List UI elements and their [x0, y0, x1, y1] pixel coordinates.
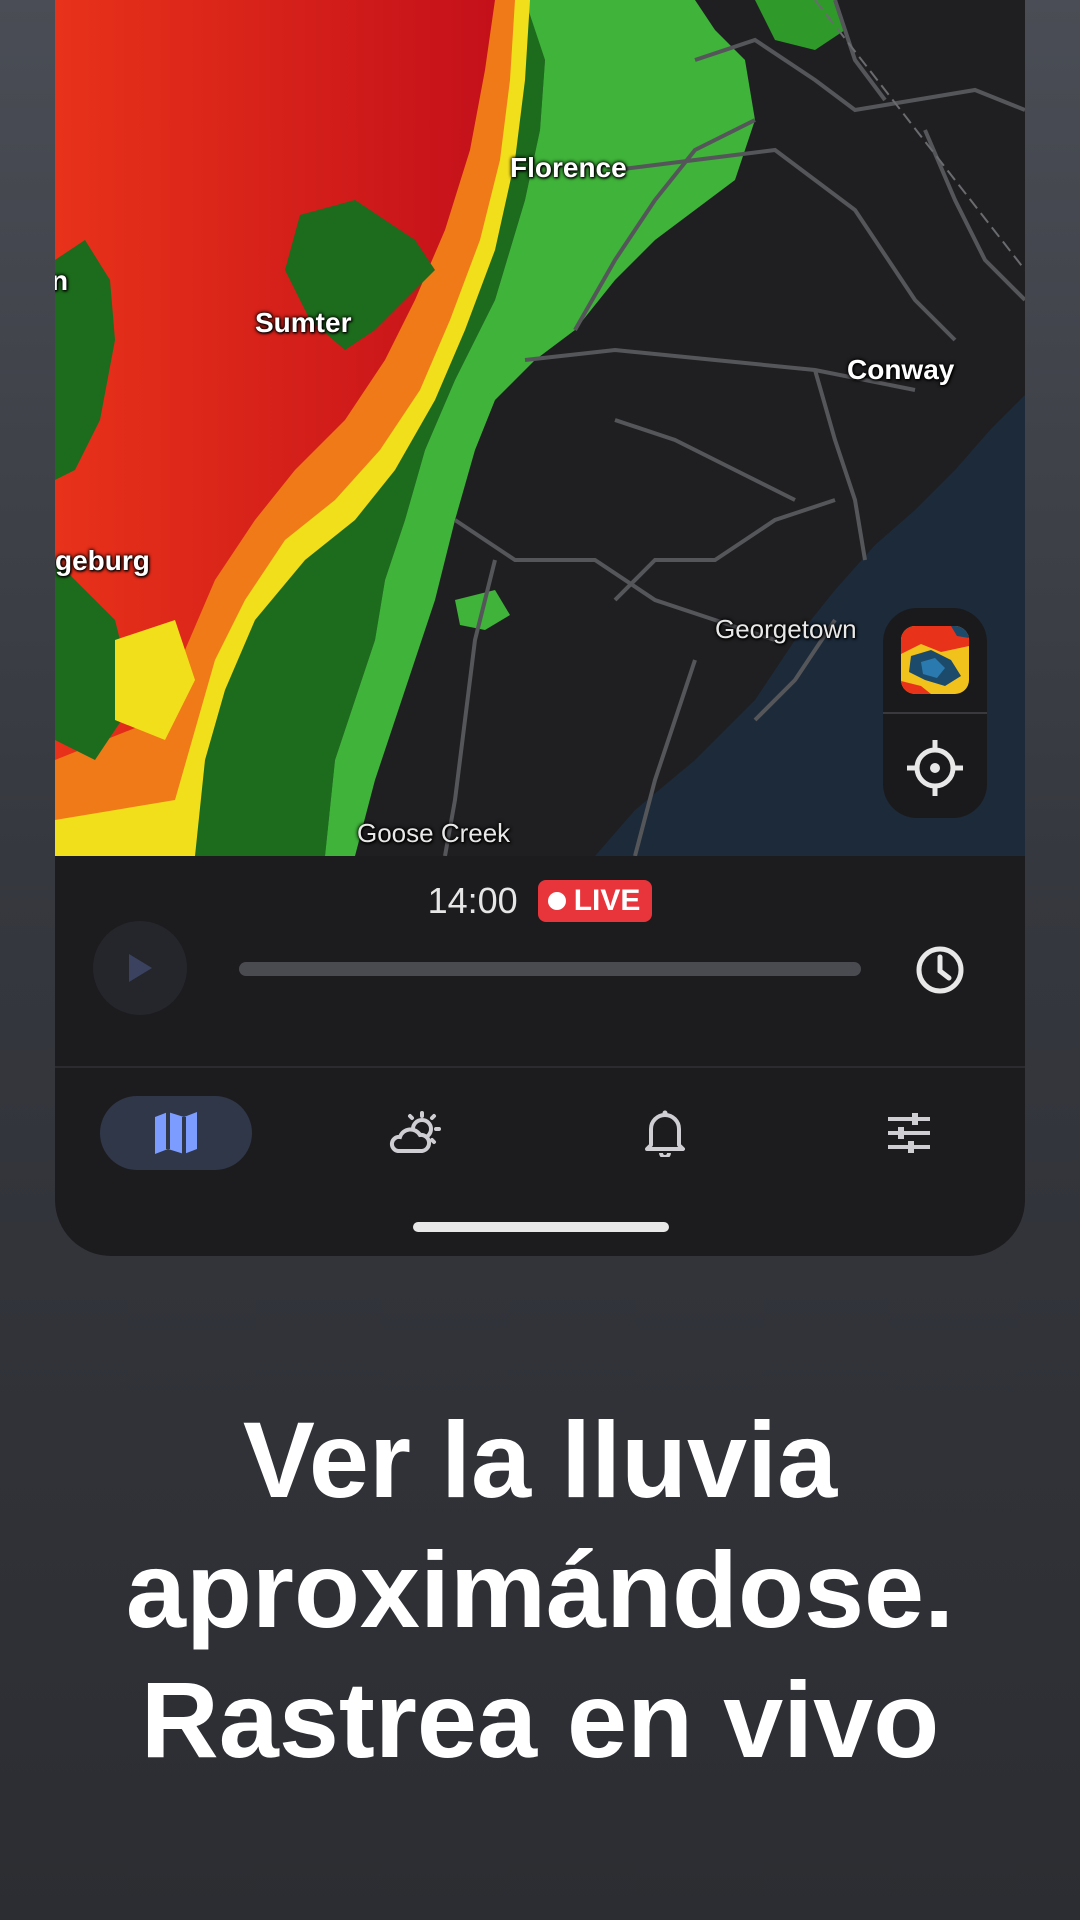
city-label-sumter: Sumter: [255, 307, 352, 338]
city-label-conway: Conway: [847, 354, 955, 385]
bottom-navigation: [55, 1068, 1025, 1188]
city-label-goose-creek: Goose Creek: [357, 818, 511, 848]
promo-caption: Ver la lluvia aproximándose. Rastrea en …: [0, 1395, 1080, 1785]
partly-cloudy-icon: [389, 1111, 441, 1153]
locate-button[interactable]: [905, 738, 965, 798]
crosshair-icon: [907, 740, 963, 796]
caption-line-3: Rastrea en vivo: [140, 1659, 940, 1780]
time-row: 14:00 LIVE: [55, 880, 1025, 922]
city-label-florence: Florence: [510, 152, 627, 183]
caption-line-1: Ver la lluvia: [242, 1399, 838, 1520]
live-dot: [547, 892, 566, 910]
nav-forecast[interactable]: [355, 1096, 475, 1170]
caption-line-2: aproximándose.: [125, 1529, 955, 1650]
nav-alerts[interactable]: [605, 1096, 725, 1170]
play-button[interactable]: [93, 921, 187, 1015]
live-badge[interactable]: LIVE: [537, 880, 653, 922]
clock-icon: [916, 946, 964, 994]
nav-settings[interactable]: [849, 1096, 969, 1170]
controls-divider: [883, 712, 987, 714]
timeline-slider[interactable]: [239, 962, 861, 976]
radar-layer-button[interactable]: [901, 626, 969, 694]
map-icon: [155, 1112, 197, 1154]
play-icon: [129, 954, 152, 982]
city-label-georgetown: Georgetown: [715, 614, 857, 644]
city-label-left-edge: n: [55, 265, 69, 296]
phone-frame: Florence Sumter Conway geburg n Georgeto…: [55, 0, 1025, 1256]
bell-icon: [645, 1110, 685, 1157]
map-controls-panel: [883, 608, 987, 818]
current-time: 14:00: [427, 880, 518, 921]
sliders-icon: [888, 1113, 930, 1153]
map-canvas: [55, 0, 1025, 856]
live-label: LIVE: [573, 884, 641, 917]
radar-layer-thumbnail: [901, 626, 969, 694]
radar-playback-bar: 14:00 LIVE: [55, 856, 1025, 1066]
city-label-orangeburg: geburg: [55, 545, 150, 576]
radar-map[interactable]: Florence Sumter Conway geburg n Georgeto…: [55, 0, 1025, 856]
nav-map[interactable]: [100, 1096, 252, 1170]
home-indicator: [413, 1222, 669, 1232]
history-button[interactable]: [913, 943, 967, 997]
